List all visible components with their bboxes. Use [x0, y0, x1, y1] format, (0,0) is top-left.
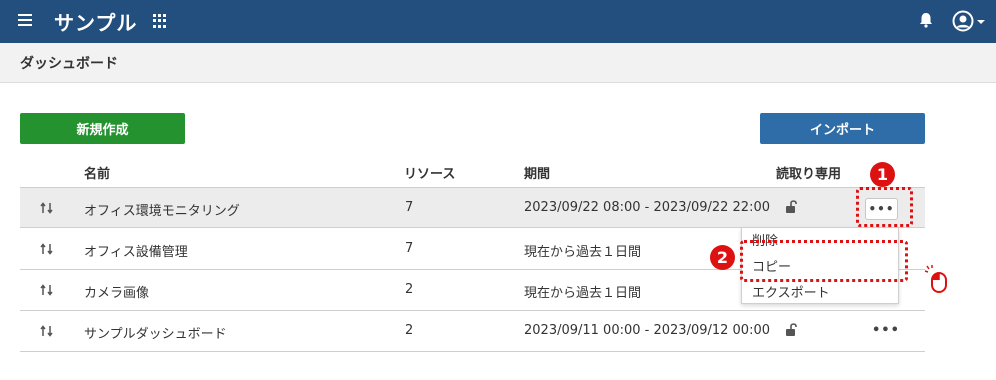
row-period: 現在から過去１日間 — [524, 286, 642, 301]
chevron-down-icon[interactable] — [977, 20, 985, 24]
column-header-resource[interactable]: リソース — [404, 163, 455, 182]
row-period: 現在から過去１日間 — [524, 245, 642, 260]
import-button[interactable]: インポート — [760, 113, 925, 144]
row-period: 2023/09/22 08:00 - 2023/09/22 22:00 — [524, 200, 771, 215]
column-header-period[interactable]: 期間 — [524, 163, 550, 182]
bell-icon[interactable] — [919, 12, 933, 28]
table-row[interactable]: サンプルダッシュボード 2 2023/09/11 00:00 - 2023/09… — [20, 311, 925, 352]
row-resource: 7 — [405, 200, 414, 215]
page-header: ダッシュボード — [0, 43, 996, 83]
unlock-icon — [786, 200, 797, 213]
step-badge-2: 2 — [710, 245, 735, 270]
table-row[interactable]: オフィス環境モニタリング 7 2023/09/22 08:00 - 2023/0… — [20, 187, 925, 228]
column-header-name[interactable]: 名前 — [84, 163, 110, 182]
menu-item-export[interactable]: エクスポート — [752, 282, 830, 301]
user-account-icon[interactable] — [952, 10, 974, 32]
highlight-box-1 — [856, 187, 913, 227]
new-button[interactable]: 新規作成 — [20, 113, 185, 144]
page-title: ダッシュボード — [20, 56, 118, 72]
row-name[interactable]: サンプルダッシュボード — [84, 323, 227, 342]
drag-sort-icon[interactable] — [40, 284, 54, 296]
hamburger-menu-icon[interactable] — [18, 14, 32, 26]
app-title[interactable]: サンプル — [54, 7, 137, 36]
apps-grid-icon[interactable] — [153, 14, 167, 28]
step-badge-1: 1 — [870, 162, 895, 187]
column-header-readonly[interactable]: 読取り専用 — [776, 163, 841, 182]
top-bar: サンプル — [0, 0, 996, 43]
row-name[interactable]: オフィス環境モニタリング — [84, 200, 240, 219]
unlock-icon — [786, 323, 797, 336]
row-resource: 7 — [405, 241, 414, 256]
drag-sort-icon[interactable] — [40, 243, 54, 255]
row-name[interactable]: カメラ画像 — [84, 282, 149, 301]
drag-sort-icon[interactable] — [40, 325, 54, 337]
row-resource: 2 — [405, 323, 414, 338]
row-resource: 2 — [405, 282, 414, 297]
more-options-button[interactable]: ••• — [872, 323, 900, 338]
row-name[interactable]: オフィス設備管理 — [84, 241, 188, 260]
mouse-click-icon — [924, 265, 947, 293]
drag-sort-icon[interactable] — [40, 202, 54, 214]
row-period: 2023/09/11 00:00 - 2023/09/12 00:00 — [524, 323, 771, 338]
highlight-box-2 — [740, 240, 908, 282]
